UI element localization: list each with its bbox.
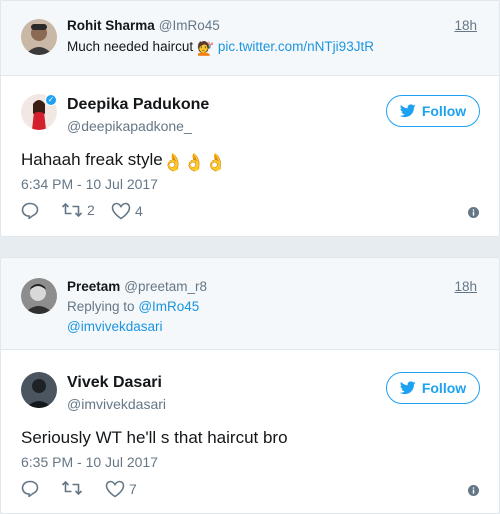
info-icon: [468, 207, 479, 218]
info-button[interactable]: [468, 205, 479, 223]
retweet-count: 2: [87, 202, 95, 218]
like-count: 7: [129, 481, 137, 497]
author-handle[interactable]: @imvivekdasari: [67, 396, 166, 412]
retweet-icon: [61, 481, 83, 495]
tweet-text: Hahaah freak style👌👌👌: [21, 150, 226, 173]
avatar[interactable]: [21, 372, 57, 408]
ok-hand-emoji-icon: 👌👌👌: [162, 153, 227, 172]
follow-button[interactable]: Follow: [386, 372, 480, 404]
replying-prefix: Replying to: [67, 299, 135, 314]
mention-link[interactable]: @imvivekdasari: [67, 319, 162, 334]
media-link[interactable]: pic.twitter.com/nNTji93JtR: [218, 39, 374, 54]
author-name[interactable]: Rohit Sharma: [67, 18, 155, 33]
retweet-button[interactable]: [61, 480, 87, 496]
twitter-bird-icon: [399, 381, 416, 395]
author-name[interactable]: Vivek Dasari: [67, 374, 162, 392]
author-name[interactable]: Preetam: [67, 279, 120, 294]
tweet-timestamp[interactable]: 6:34 PM - 10 Jul 2017: [21, 176, 158, 192]
author-name[interactable]: Deepika Padukone: [67, 96, 209, 114]
retweet-icon: [61, 203, 83, 217]
like-button[interactable]: 7: [105, 480, 137, 498]
parent-tweet[interactable]: Preetam @preetam_r8 18h Replying to @ImRo…: [1, 258, 499, 350]
follow-button[interactable]: Follow: [386, 95, 480, 127]
author-handle[interactable]: @deepikapadkone_: [67, 118, 192, 134]
like-button[interactable]: 4: [111, 202, 143, 220]
author-handle[interactable]: @preetam_r8: [124, 279, 207, 294]
verified-badge-icon: ✓: [45, 94, 57, 106]
reply-button[interactable]: [21, 202, 39, 219]
tweet-actions: 2 4: [21, 202, 479, 222]
parent-author: Preetam @preetam_r8: [67, 279, 207, 294]
retweet-button[interactable]: 2: [61, 202, 95, 218]
follow-label: Follow: [421, 380, 467, 396]
haircut-emoji-icon: 💇: [197, 41, 214, 56]
twitter-bird-icon: [399, 104, 416, 118]
tweet-text-body: Hahaah freak style: [21, 150, 163, 169]
like-count: 4: [135, 203, 143, 219]
heart-icon: [105, 480, 125, 498]
parent-tweet[interactable]: Rohit Sharma @ImRo45 18h Much needed hair…: [1, 1, 499, 76]
tweet-time[interactable]: 18h: [454, 18, 477, 33]
tweet-text: Seriously WT he'll s that haircut bro: [21, 428, 288, 447]
follow-label: Follow: [421, 103, 467, 119]
replying-to-handle[interactable]: @ImRo45: [138, 299, 199, 314]
parent-text-body: Much needed haircut: [67, 39, 194, 54]
author-handle[interactable]: @ImRo45: [159, 18, 220, 33]
reply-icon: [21, 202, 39, 219]
tweet-time[interactable]: 18h: [454, 279, 477, 294]
parent-text: Much needed haircut 💇 pic.twitter.com/nNTj…: [67, 39, 374, 57]
tweet-card: Rohit Sharma @ImRo45 18h Much needed hair…: [0, 0, 500, 237]
reply-icon: [21, 480, 39, 497]
tweet-actions: 7: [21, 480, 479, 500]
heart-icon: [111, 202, 131, 220]
avatar[interactable]: [21, 19, 57, 55]
parent-author: Rohit Sharma @ImRo45: [67, 18, 220, 33]
tweet-card: Preetam @preetam_r8 18h Replying to @ImRo…: [0, 257, 500, 514]
tweet-timestamp[interactable]: 6:35 PM - 10 Jul 2017: [21, 454, 158, 470]
info-button[interactable]: [468, 483, 479, 501]
avatar[interactable]: [21, 278, 57, 314]
info-icon: [468, 485, 479, 496]
reply-button[interactable]: [21, 480, 39, 497]
replying-to: Replying to @ImRo45: [67, 299, 199, 314]
